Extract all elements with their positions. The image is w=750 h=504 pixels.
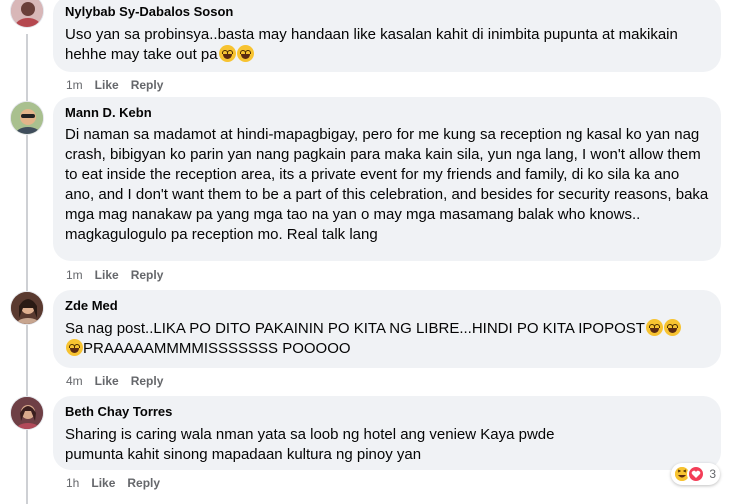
avatar[interactable] [10,396,44,430]
comment-text-body: PRAAAAAMMMMISSSSSSS POOOOO [83,340,351,357]
comment-time[interactable]: 1m [66,78,83,92]
comment-actions: 1m Like Reply [66,78,163,92]
grinning-emoji-icon [663,319,681,336]
comment-text-body: Uso yan sa probinsya..basta may handaan … [65,26,678,63]
comment-text: Sharing is caring wala nman yata sa loob… [65,426,555,463]
comment-bubble: Mann D. Kebn Di naman sa madamot at hind… [53,97,721,261]
avatar[interactable] [10,0,44,28]
love-reaction-icon [687,465,706,483]
comment-text: Sa nag post..LIKA PO DITO PAKAININ PO KI… [65,319,709,359]
comment-text: Di naman sa madamot at hindi-mapagbigay,… [65,126,709,243]
reaction-summary[interactable]: 3 [671,463,720,485]
comment-author[interactable]: Beth Chay Torres [65,404,709,420]
laughing-emoji-icon [218,45,236,62]
reaction-count: 3 [709,467,716,481]
like-button[interactable]: Like [95,374,119,388]
comment-actions: 4m Like Reply [66,374,163,388]
comment-author[interactable]: Nylybab Sy-Dabalos Soson [65,4,709,20]
like-button[interactable]: Like [95,78,119,92]
profile-photo-icon [11,292,43,324]
avatar[interactable] [10,101,44,135]
comment-text-body: Sa nag post..LIKA PO DITO PAKAININ PO KI… [65,320,645,337]
profile-photo-icon [11,0,43,27]
comment-bubble: Zde Med Sa nag post..LIKA PO DITO PAKAIN… [53,290,721,368]
comment-actions: 1h Like Reply [66,476,160,490]
profile-photo-icon [11,102,43,134]
reply-button[interactable]: Reply [131,78,164,92]
comment-author[interactable]: Zde Med [65,298,709,314]
comment-time[interactable]: 1m [66,268,83,282]
comment-bubble: Beth Chay Torres Sharing is caring wala … [53,396,721,470]
comment-time[interactable]: 4m [66,374,83,388]
grinning-emoji-icon [645,319,663,336]
like-button[interactable]: Like [91,476,115,490]
like-button[interactable]: Like [95,268,119,282]
reply-button[interactable]: Reply [131,268,164,282]
comment-text: Uso yan sa probinsya..basta may handaan … [65,25,709,65]
profile-photo-icon [11,397,43,429]
comment-time[interactable]: 1h [66,476,79,490]
reply-button[interactable]: Reply [131,374,164,388]
comment-actions: 1m Like Reply [66,268,163,282]
reply-button[interactable]: Reply [127,476,160,490]
comment-author[interactable]: Mann D. Kebn [65,105,709,121]
laughing-emoji-icon [236,45,254,62]
comment-bubble: Nylybab Sy-Dabalos Soson Uso yan sa prob… [53,0,721,72]
grinning-emoji-icon [66,339,83,356]
avatar[interactable] [10,291,44,325]
